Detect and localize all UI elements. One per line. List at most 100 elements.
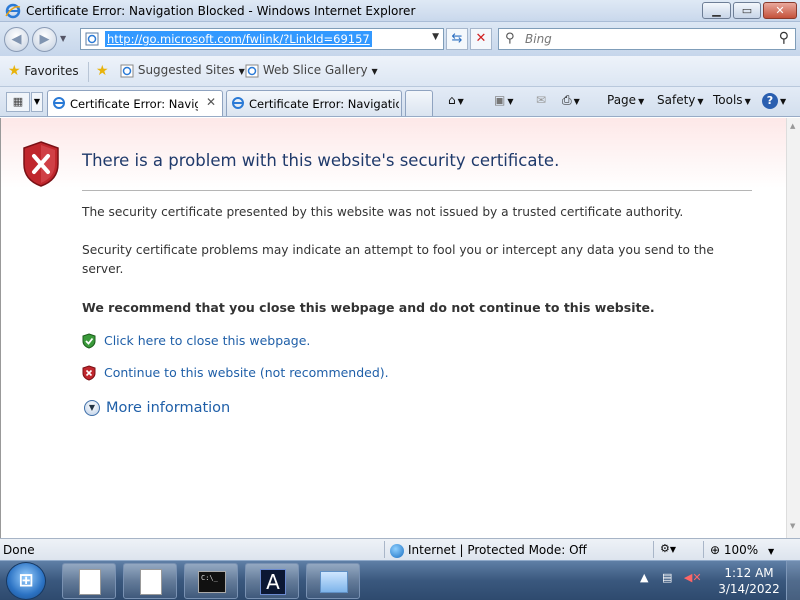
- url-text[interactable]: http://go.microsoft.com/fwlink/?LinkId=6…: [105, 31, 372, 47]
- safety-menu-label: Safety: [657, 93, 696, 107]
- red-shield-icon: [82, 364, 96, 381]
- read-mail-button[interactable]: ✉: [536, 93, 546, 107]
- document-icon: [79, 569, 101, 595]
- zoom-level-button[interactable]: ⊕ 100% ▼: [710, 543, 774, 557]
- scroll-down-icon[interactable]: ▼: [790, 522, 795, 530]
- help-button[interactable]: ? ▼: [762, 93, 786, 109]
- back-button[interactable]: ◀: [4, 27, 29, 52]
- printer-icon: ⎙: [562, 93, 572, 107]
- heading-divider: [82, 190, 752, 191]
- favorites-label: Favorites: [24, 64, 79, 78]
- windows-logo-icon: ⊞: [18, 570, 34, 591]
- chevron-down-icon: ▼: [638, 97, 645, 106]
- star-icon: ★: [8, 63, 21, 79]
- start-button[interactable]: ⊞: [6, 562, 46, 600]
- show-hidden-icons[interactable]: ▲: [640, 571, 648, 584]
- address-dropdown-icon[interactable]: ▼: [432, 32, 439, 42]
- chevron-down-icon: ▼: [238, 67, 245, 76]
- refresh-button[interactable]: ⇆: [446, 28, 468, 50]
- ie-window-icon: [320, 571, 348, 593]
- maximize-button[interactable]: ▭: [733, 2, 761, 19]
- taskbar: ⊞ C:\_ A ▲ ▤ ◀✕ 1:12 AM 3/14/2022: [0, 560, 800, 600]
- zoom-level: 100%: [723, 543, 759, 557]
- expand-chevron-icon: ▼: [84, 400, 100, 416]
- stop-button[interactable]: ✕: [470, 28, 492, 50]
- navigation-bar: ◀ ▶ ▼ http://go.microsoft.com/fwlink/?Li…: [0, 22, 800, 56]
- ie-page-icon: [245, 64, 259, 77]
- chevron-down-icon: ▼: [507, 97, 514, 106]
- close-window-button[interactable]: ✕: [763, 2, 797, 19]
- feeds-button[interactable]: ▣ ▼: [494, 93, 514, 107]
- chevron-down-icon: ▼: [780, 97, 787, 106]
- security-zone-label: Internet | Protected Mode: Off: [408, 543, 587, 557]
- show-desktop-button[interactable]: [786, 561, 800, 600]
- add-to-favorites-bar-button[interactable]: ★: [96, 63, 109, 79]
- network-icon[interactable]: ▤: [662, 571, 672, 584]
- status-bar: Done Internet | Protected Mode: Off ⚙▼ ⊕…: [0, 538, 800, 560]
- window-title: Certificate Error: Navigation Blocked - …: [26, 4, 416, 18]
- web-slice-gallery-item[interactable]: Web Slice Gallery ▼: [245, 63, 378, 78]
- address-bar[interactable]: http://go.microsoft.com/fwlink/?LinkId=6…: [80, 28, 444, 50]
- chevron-down-icon: ▼: [744, 97, 751, 106]
- search-provider-icon: ⚲: [505, 31, 515, 46]
- safety-menu[interactable]: Safety ▼: [657, 93, 704, 107]
- page-menu[interactable]: Page ▼: [607, 93, 644, 107]
- search-icon[interactable]: ⚲: [779, 30, 789, 46]
- chevron-down-icon: ▼: [573, 97, 580, 106]
- chevron-down-icon: ▼: [457, 97, 464, 106]
- status-separator: [703, 541, 704, 558]
- green-shield-icon: [82, 332, 96, 349]
- chevron-down-icon: ▼: [669, 545, 677, 554]
- tab-list-dropdown[interactable]: ▼: [31, 92, 43, 112]
- tab-label: Certificate Error: Navigatio...: [249, 97, 399, 111]
- clock[interactable]: 1:12 AM 3/14/2022: [718, 565, 780, 597]
- page-icon: [85, 32, 99, 46]
- tab-label: Certificate Error: Navig...: [70, 97, 198, 111]
- a-app-icon: A: [260, 569, 286, 595]
- vertical-scrollbar[interactable]: ▲ ▼: [786, 118, 800, 538]
- security-zone[interactable]: Internet | Protected Mode: Off: [390, 543, 587, 558]
- continue-label[interactable]: Continue to this website (not recommende…: [104, 365, 389, 380]
- status-text: Done: [3, 543, 35, 557]
- close-tab-icon[interactable]: ✕: [206, 95, 216, 109]
- taskbar-internet-explorer[interactable]: [306, 563, 360, 599]
- tab-certificate-error-1[interactable]: Certificate Error: Navig... ✕: [47, 90, 223, 116]
- suggested-sites-label: Suggested Sites: [137, 63, 235, 77]
- taskbar-a-app[interactable]: A: [245, 563, 299, 599]
- close-webpage-label[interactable]: Click here to close this webpage.: [104, 333, 310, 348]
- taskbar-document-2[interactable]: [123, 563, 177, 599]
- home-button[interactable]: ⌂ ▼: [448, 93, 464, 107]
- error-shield-icon: [23, 141, 59, 187]
- favorites-button[interactable]: ★ Favorites: [8, 63, 79, 79]
- tab-command-bar: ▦ ▼ Certificate Error: Navig... ✕ Certif…: [0, 87, 800, 117]
- ie-tab-icon: [53, 97, 65, 109]
- quick-tabs-button[interactable]: ▦: [6, 92, 30, 112]
- taskbar-document-1[interactable]: [62, 563, 116, 599]
- continue-to-website-link[interactable]: Continue to this website (not recommende…: [82, 364, 389, 381]
- ie-tab-icon: [232, 97, 244, 109]
- taskbar-command-prompt[interactable]: C:\_: [184, 563, 238, 599]
- print-button[interactable]: ⎙ ▼: [562, 93, 580, 108]
- volume-muted-icon[interactable]: ◀✕: [684, 571, 702, 584]
- suggested-sites-item[interactable]: Suggested Sites ▼: [120, 63, 245, 78]
- back-arrow-icon: ◀: [11, 32, 22, 47]
- status-separator: [653, 541, 654, 558]
- zoom-icon: ⊕: [710, 543, 721, 557]
- forward-button[interactable]: ▶: [32, 27, 57, 52]
- command-prompt-icon: C:\_: [198, 571, 226, 593]
- scroll-up-icon[interactable]: ▲: [790, 122, 795, 130]
- ie-page-icon: [120, 64, 134, 77]
- new-tab-button[interactable]: [405, 90, 433, 116]
- system-tray: ▲ ▤ ◀✕: [640, 571, 702, 584]
- more-information-toggle[interactable]: ▼ More information: [84, 400, 230, 416]
- tab-certificate-error-2[interactable]: Certificate Error: Navigatio...: [226, 90, 402, 116]
- stop-icon: ✕: [475, 31, 487, 46]
- tools-menu[interactable]: Tools ▼: [713, 93, 751, 107]
- recent-pages-dropdown[interactable]: ▼: [60, 34, 66, 43]
- safety-status-button[interactable]: ⚙▼: [660, 542, 676, 555]
- close-webpage-link[interactable]: Click here to close this webpage.: [82, 332, 310, 349]
- favorites-separator: [88, 62, 89, 82]
- minimize-button[interactable]: ▁: [702, 2, 731, 19]
- search-box[interactable]: ⚲ Bing ⚲: [498, 28, 796, 50]
- page-menu-label: Page: [607, 93, 637, 107]
